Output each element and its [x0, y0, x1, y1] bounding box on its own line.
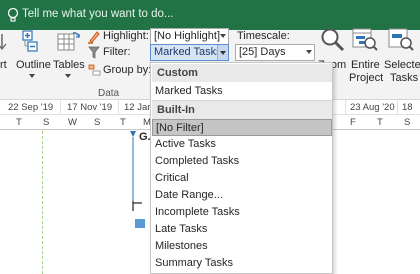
sort-button-partial[interactable]: rt [0, 59, 7, 71]
lightbulb-icon [7, 7, 19, 22]
date-tick: 23 Aug '20 [350, 102, 395, 113]
selected-label-1: Selected [384, 59, 420, 71]
data-group-label: Data [98, 88, 120, 99]
filter-option-marked-tasks[interactable]: Marked Tasks [152, 83, 332, 100]
date-tick: 12 Jan [124, 102, 153, 113]
group-by-label[interactable]: Group by: [103, 64, 151, 76]
filter-option-active-tasks[interactable]: Active Tasks [152, 136, 332, 153]
filter-option-completed-tasks[interactable]: Completed Tasks [152, 153, 332, 170]
filter-label: Filter: [103, 46, 131, 58]
summary-task-bar[interactable] [128, 131, 152, 231]
filter-option-critical[interactable]: Critical [152, 170, 332, 187]
outline-button[interactable]: Outline [14, 30, 51, 86]
tell-me-bar[interactable]: Tell me what you want to do... [0, 0, 420, 30]
timescale-value: [25] Days [239, 46, 286, 58]
date-tick: 18 [402, 102, 413, 113]
highlighter-icon [88, 31, 100, 44]
filter-option-late-tasks[interactable]: Late Tasks [152, 221, 332, 238]
tables-label: Tables [53, 59, 85, 71]
filter-value: Marked Tasks [154, 46, 222, 58]
task-label: G. [139, 131, 151, 143]
filter-option-no-filter[interactable]: [No Filter] [152, 119, 332, 136]
entire-label-2: Project [349, 72, 384, 84]
filter-option-milestones[interactable]: Milestones [152, 238, 332, 255]
day-tick: S [43, 117, 50, 128]
table-icon [57, 32, 80, 51]
day-tick: T [120, 117, 126, 128]
selected-tasks-icon [388, 28, 414, 51]
custom-section-header: Custom [152, 64, 332, 82]
outline-icon [22, 30, 38, 52]
day-tick: T [16, 117, 22, 128]
divider [345, 100, 346, 115]
entire-label-1: Entire [351, 59, 380, 71]
filter-dropdown-menu: Custom Marked Tasks Built-In [No Filter]… [150, 62, 333, 274]
highlight-value: [No Highlight] [154, 30, 221, 42]
builtin-section-header: Built-In [152, 101, 332, 119]
selected-label-2: Tasks [390, 72, 419, 84]
date-tick: 22 Sep '19 [8, 102, 54, 113]
chevron-down-icon [220, 34, 226, 38]
tables-button[interactable]: Tables [52, 30, 85, 86]
filter-select[interactable]: Marked Tasks [150, 44, 229, 61]
filter-icon [88, 46, 100, 59]
chevron-down-icon [65, 74, 71, 78]
current-date-line [42, 131, 43, 274]
divider [118, 100, 119, 115]
chevron-down-icon [29, 74, 35, 78]
day-tick: S [94, 117, 101, 128]
outline-label: Outline [16, 59, 51, 71]
divider [397, 100, 398, 115]
day-tick: T [377, 117, 383, 128]
divider [60, 100, 61, 115]
day-tick: S [404, 117, 411, 128]
selected-tasks-button[interactable]: Selected Tasks [384, 28, 420, 86]
timescale-select[interactable]: [25] Days [235, 44, 315, 61]
filter-option-date-range[interactable]: Date Range... [152, 187, 332, 204]
filter-dropdown-button[interactable] [217, 45, 228, 60]
date-tick: 17 Nov '19 [67, 102, 113, 113]
day-tick: F [350, 117, 356, 128]
day-tick: W [68, 117, 77, 128]
timescale-label: Timescale: [237, 30, 290, 42]
filter-option-incomplete-tasks[interactable]: Incomplete Tasks [152, 204, 332, 221]
chevron-down-icon [306, 50, 312, 54]
highlight-select[interactable]: [No Highlight] [150, 28, 229, 45]
magnifier-icon [321, 28, 345, 52]
entire-project-icon [352, 28, 378, 51]
filter-option-summary-tasks[interactable]: Summary Tasks [152, 255, 332, 272]
highlight-label: Highlight: [103, 30, 149, 42]
group-by-icon [88, 64, 101, 76]
tell-me-input[interactable]: Tell me what you want to do... [22, 8, 174, 20]
arrow-down-icon [0, 34, 7, 51]
entire-project-button[interactable]: Entire Project [348, 28, 384, 86]
